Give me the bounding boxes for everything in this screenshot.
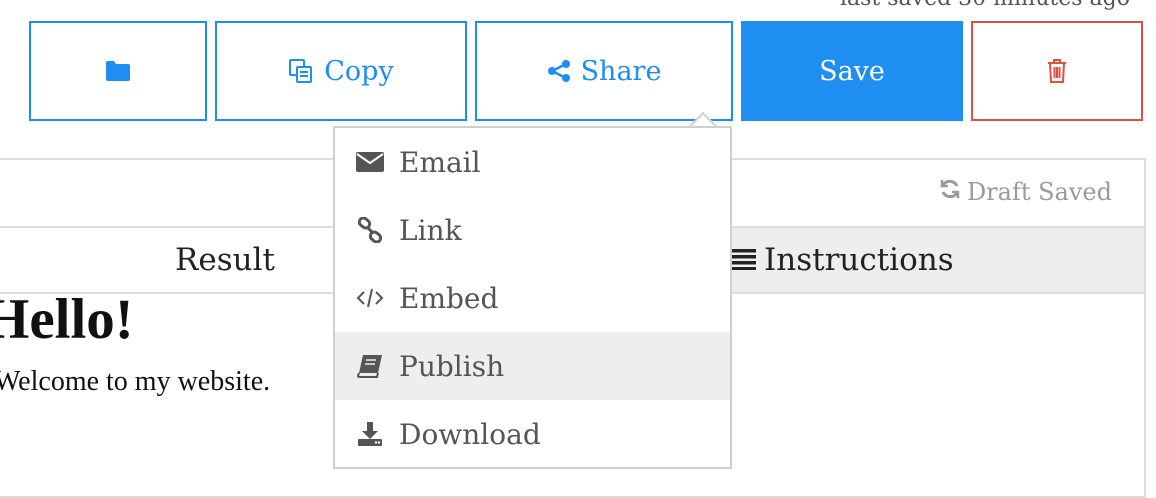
download-icon xyxy=(355,421,385,447)
tab-instructions-label: Instructions xyxy=(764,242,954,278)
tab-result-label: Result xyxy=(175,242,275,278)
folder-icon xyxy=(105,60,131,82)
share-menu-item-publish[interactable]: Publish xyxy=(335,332,730,400)
share-menu-item-label: Download xyxy=(399,417,541,451)
share-menu-item-label: Link xyxy=(399,213,462,247)
book-icon xyxy=(355,354,385,378)
share-menu-item-label: Email xyxy=(399,145,481,179)
share-menu-item-link[interactable]: Link xyxy=(335,196,730,264)
share-menu-item-label: Publish xyxy=(399,349,505,383)
refresh-icon xyxy=(939,178,961,206)
link-icon xyxy=(355,217,385,243)
save-label: Save xyxy=(819,55,885,87)
result-text: Welcome to my website. xyxy=(0,366,271,397)
share-label: Share xyxy=(580,55,662,87)
copy-label: Copy xyxy=(324,55,394,87)
delete-button[interactable] xyxy=(971,21,1143,121)
share-button[interactable]: Share xyxy=(475,21,733,121)
share-menu-item-label: Embed xyxy=(399,281,499,315)
last-saved-status: last saved 30 minutes ago xyxy=(840,0,1130,11)
trash-icon xyxy=(1047,59,1067,83)
draft-status: Draft Saved xyxy=(939,178,1112,206)
copy-icon xyxy=(288,58,314,84)
save-button[interactable]: Save xyxy=(741,21,963,121)
share-icon xyxy=(547,59,571,83)
envelope-icon xyxy=(355,152,385,172)
share-menu-item-embed[interactable]: Embed xyxy=(335,264,730,332)
share-menu-item-email[interactable]: Email xyxy=(335,128,730,196)
result-heading: Hello! xyxy=(0,288,134,351)
copy-button[interactable]: Copy xyxy=(215,21,467,121)
open-folder-button[interactable] xyxy=(29,21,207,121)
list-icon xyxy=(732,242,756,278)
code-icon xyxy=(355,287,385,309)
share-menu-item-download[interactable]: Download xyxy=(335,400,730,468)
share-menu: Email Link Embed Publish Download xyxy=(333,126,732,469)
draft-status-label: Draft Saved xyxy=(966,178,1112,206)
